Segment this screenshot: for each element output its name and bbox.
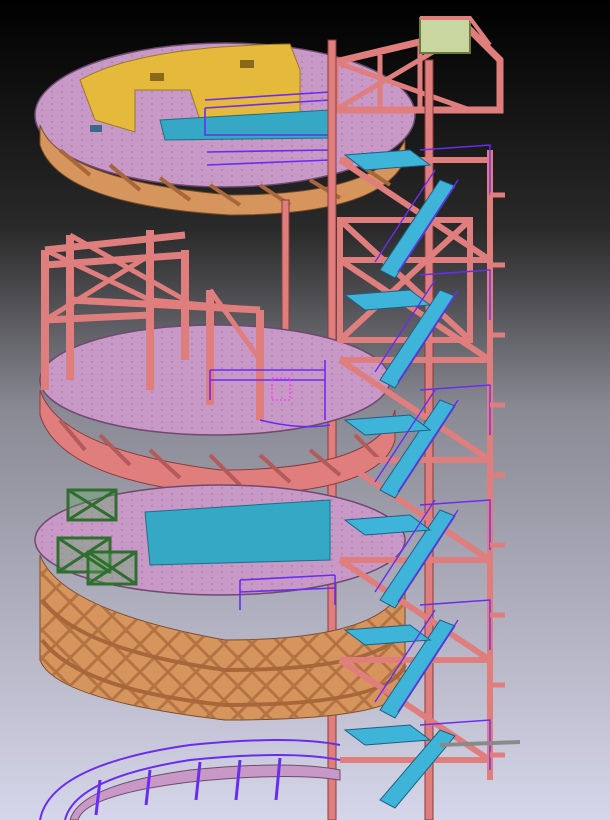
upper-green-cabin <box>419 17 471 54</box>
hatch <box>90 125 102 132</box>
vertical-column <box>281 199 290 341</box>
cad-viewport[interactable] <box>0 0 610 820</box>
hatch <box>240 60 254 68</box>
lower-deck-cyan-zone <box>144 499 331 566</box>
structure-3d-model <box>0 0 610 820</box>
hatch <box>150 73 164 81</box>
